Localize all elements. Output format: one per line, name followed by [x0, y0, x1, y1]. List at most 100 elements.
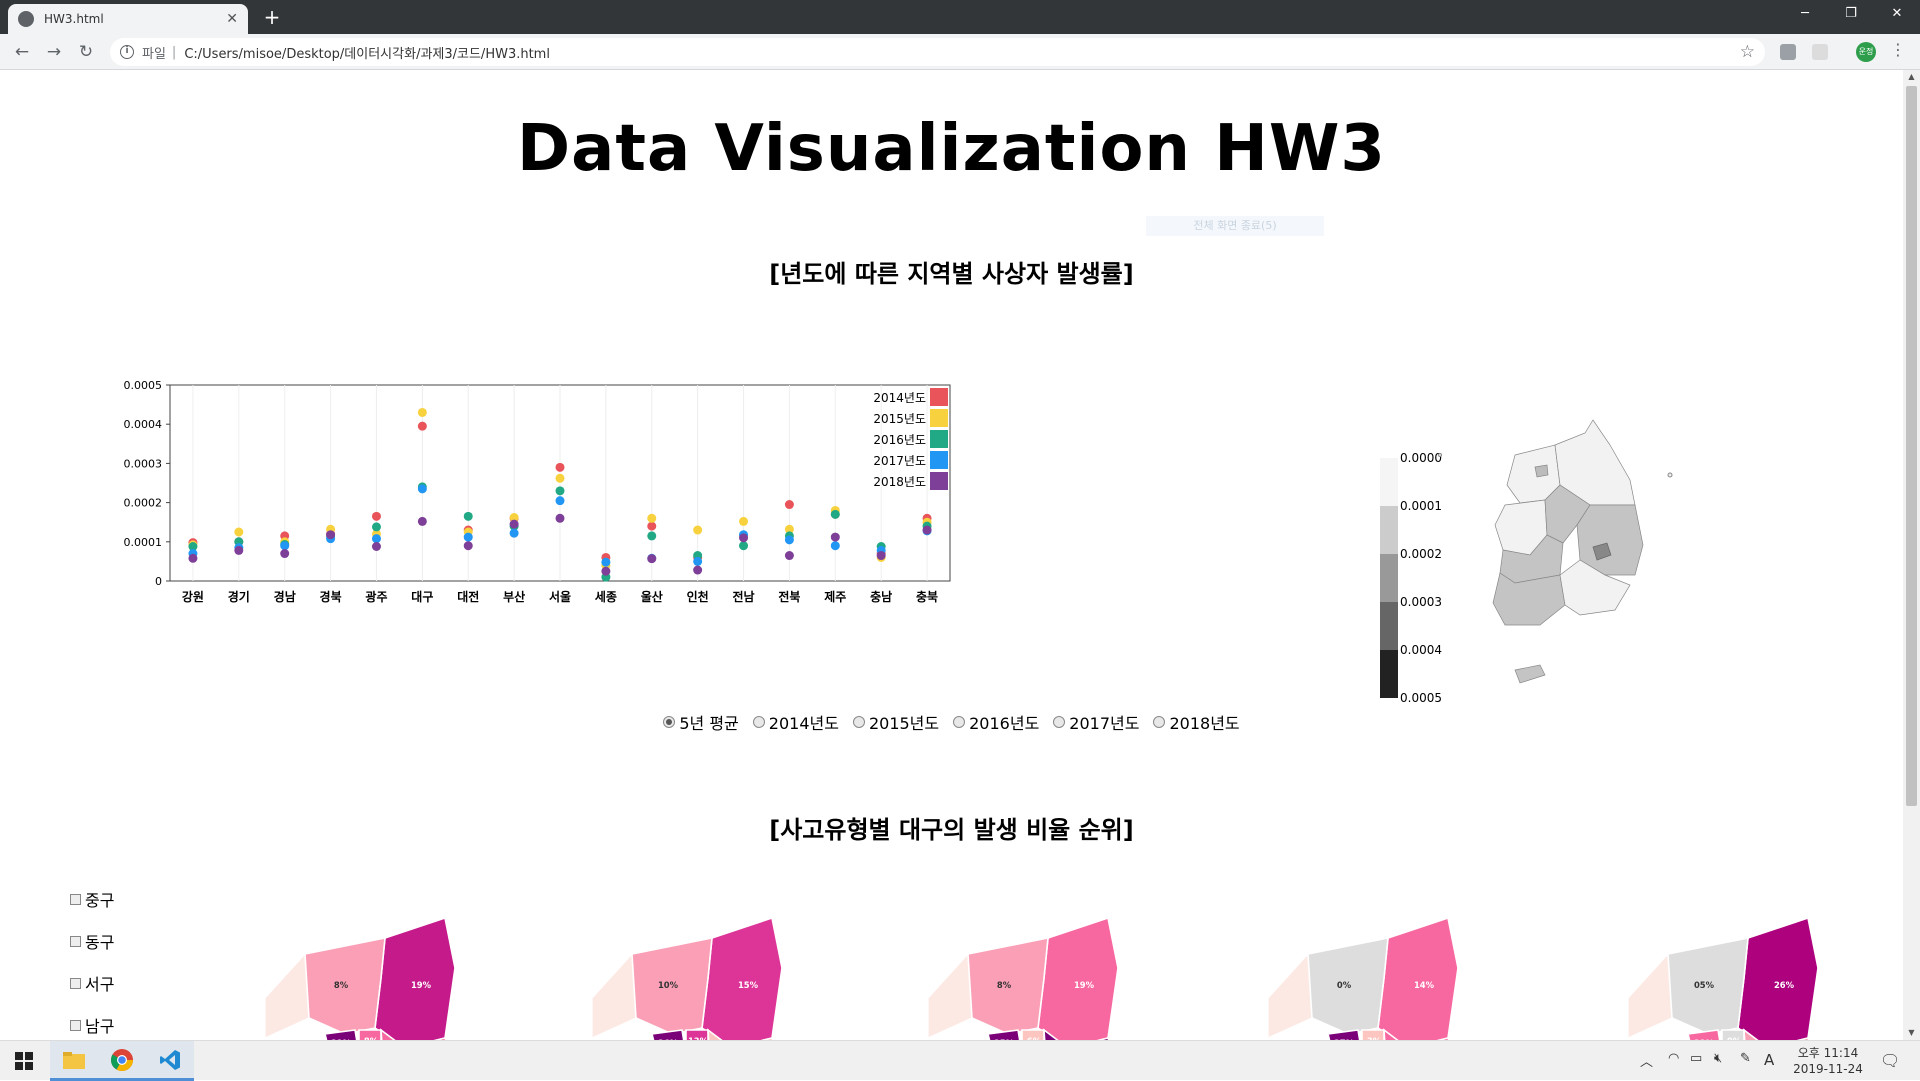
restore-button[interactable]: ❐ — [1828, 0, 1874, 30]
year-radio-group: 5년 평균 2014년도 2015년도 2016년도 2017년도 2018년도 — [0, 710, 1903, 734]
year-radio-option[interactable]: 5년 평균 — [663, 710, 739, 734]
legend-label: 2015년도 — [873, 412, 926, 426]
year-radio-option[interactable]: 2015년도 — [852, 710, 939, 734]
data-point — [739, 516, 749, 526]
profile-avatar[interactable]: 운정 — [1856, 42, 1876, 62]
data-point — [601, 566, 611, 576]
page-scrollbar[interactable]: ▲ ▼ — [1903, 70, 1920, 1040]
district-checkbox-item[interactable]: 동구 — [70, 920, 114, 962]
checkbox[interactable] — [70, 893, 81, 905]
tab-title: HW3.html — [44, 12, 104, 26]
chrome-icon[interactable] — [98, 1041, 146, 1081]
y-tick-label: 0.0002 — [124, 497, 163, 510]
data-point — [280, 541, 290, 551]
minimize-button[interactable]: ─ — [1782, 0, 1828, 30]
scroll-down-icon[interactable]: ▼ — [1903, 1026, 1920, 1040]
district-checkbox-item[interactable]: 중구 — [70, 878, 114, 920]
legend-swatch — [930, 430, 948, 448]
x-tick-label: 제주 — [824, 590, 846, 604]
address-bar[interactable]: i 파일 | C:/Users/misoe/Desktop/데이터시각화/과제3… — [110, 38, 1765, 66]
data-point — [371, 542, 381, 552]
data-point — [188, 553, 198, 563]
scroll-up-icon[interactable]: ▲ — [1903, 70, 1920, 84]
radio-button[interactable] — [852, 716, 865, 728]
district-region — [374, 916, 456, 1040]
notification-icon[interactable]: 🗨︎ — [1880, 1051, 1900, 1070]
reload-icon[interactable]: ↻ — [74, 40, 98, 64]
page-viewport: Data Visualization HW3 전체 화면 종료(5) [년도에 … — [0, 70, 1903, 1040]
district-region — [1377, 916, 1459, 1040]
legend-label: 2018년도 — [873, 475, 926, 489]
tray-chevron-icon[interactable]: ︿ — [1640, 1051, 1653, 1070]
district-percent-label: 19% — [1074, 980, 1095, 990]
data-point — [371, 511, 381, 521]
radio-button[interactable] — [1153, 716, 1166, 728]
checkbox[interactable] — [70, 1019, 81, 1031]
browser-tab-strip: HW3.html ✕ + ─ ❐ ✕ — [0, 0, 1920, 34]
menu-dots-icon[interactable]: ⋮ — [1890, 40, 1906, 59]
year-radio-option[interactable]: 2014년도 — [752, 710, 839, 734]
vscode-icon[interactable] — [146, 1041, 194, 1081]
close-tab-icon[interactable]: ✕ — [226, 11, 238, 27]
data-point — [555, 486, 565, 496]
data-point — [647, 521, 657, 531]
data-point — [784, 535, 794, 545]
legend-label: 2014년도 — [873, 391, 926, 405]
battery-icon[interactable]: ▭ — [1690, 1051, 1702, 1066]
color-scale-legend: 0.0000 0.0001 0.0002 0.0003 0.0004 0.0005 — [1380, 451, 1442, 705]
new-tab-button[interactable]: + — [258, 4, 286, 32]
extension-icon[interactable] — [1780, 44, 1796, 60]
checkbox[interactable] — [70, 935, 81, 947]
file-explorer-icon[interactable] — [50, 1041, 98, 1081]
checkbox[interactable] — [70, 977, 81, 989]
back-icon[interactable]: ← — [10, 40, 34, 64]
data-point — [371, 534, 381, 544]
data-point — [463, 541, 473, 551]
forward-icon[interactable]: → — [42, 40, 66, 64]
korea-choropleth-map: 0.0000 0.0001 0.0002 0.0003 0.0004 0.0005 — [1380, 419, 1673, 705]
color-scale-label: 0.0004 — [1400, 643, 1442, 657]
volume-muted-icon[interactable]: 🔇︎ — [1714, 1051, 1722, 1066]
y-tick-label: 0.0005 — [124, 379, 163, 392]
info-icon[interactable]: i — [120, 45, 134, 59]
data-point — [784, 500, 794, 510]
color-scale-label: 0.0005 — [1400, 691, 1442, 705]
radio-button[interactable] — [663, 716, 676, 728]
data-point — [417, 484, 427, 494]
windows-start-icon[interactable] — [0, 1041, 48, 1081]
url-text[interactable]: C:/Users/misoe/Desktop/데이터시각화/과제3/코드/HW3… — [184, 43, 550, 62]
bookmark-star-icon[interactable]: ☆ — [1740, 42, 1755, 62]
data-point — [693, 556, 703, 566]
district-percent-label: 0% — [1337, 980, 1352, 990]
region-dalseong — [592, 952, 637, 1039]
legend-swatch — [930, 472, 948, 490]
district-checkbox-item[interactable]: 서구 — [70, 962, 114, 1004]
pen-icon[interactable]: ✎ — [1740, 1051, 1751, 1066]
taskbar-clock[interactable]: 오후 11:14 2019-11-24 — [1788, 1045, 1868, 1077]
district-percent-label: 05% — [1694, 980, 1715, 990]
korea-map — [1438, 419, 1673, 684]
year-radio-option[interactable]: 2016년도 — [953, 710, 1039, 734]
section2-title: [사고유형별 대구의 발생 비율 순위] — [769, 816, 1134, 844]
network-icon[interactable]: ◠ — [1668, 1051, 1679, 1066]
year-radio-option[interactable]: 2018년도 — [1153, 710, 1240, 734]
close-window-button[interactable]: ✕ — [1874, 0, 1920, 30]
data-point — [830, 532, 840, 542]
data-point — [555, 496, 565, 506]
radio-button[interactable] — [752, 716, 765, 728]
radio-label: 2016년도 — [969, 714, 1040, 733]
browser-tab[interactable]: HW3.html ✕ — [8, 4, 248, 34]
region-jeonnam — [1492, 572, 1566, 626]
district-percent-label: 14% — [1414, 980, 1435, 990]
year-radio-option[interactable]: 2017년도 — [1053, 710, 1139, 734]
radio-button[interactable] — [1053, 716, 1066, 728]
radio-button[interactable] — [953, 716, 966, 728]
extension-icon[interactable] — [1812, 44, 1828, 60]
daegu-district-map: 19%8%31%8%19%3%11% — [265, 916, 456, 1040]
district-checkbox-item[interactable]: 남구 — [70, 1004, 114, 1040]
data-point — [830, 509, 840, 519]
color-scale-swatch — [1380, 650, 1398, 698]
scroll-thumb[interactable] — [1906, 86, 1917, 806]
x-tick-label: 서울 — [549, 589, 571, 604]
ime-indicator[interactable]: A — [1764, 1051, 1774, 1069]
